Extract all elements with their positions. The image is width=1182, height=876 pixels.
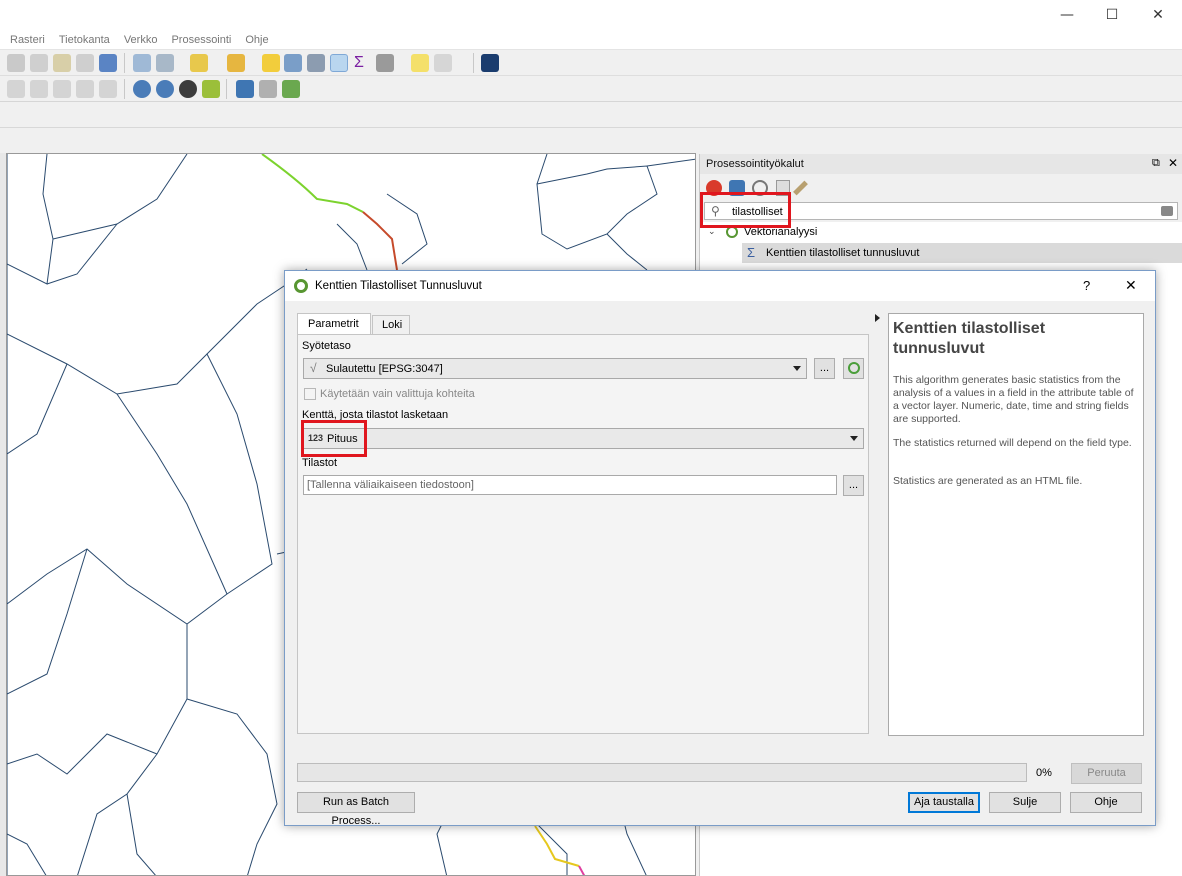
chevron-down-icon: [793, 366, 801, 371]
float-dock-icon[interactable]: ⧉: [1152, 157, 1160, 170]
label-show-icon[interactable]: [53, 80, 71, 98]
help-paragraph-1: This algorithm generates basic statistic…: [893, 374, 1134, 425]
save-edits-icon[interactable]: [30, 54, 48, 72]
menu-verkko[interactable]: Verkko: [117, 32, 165, 48]
python-console-icon[interactable]: [236, 80, 254, 98]
tree-item-label: Kenttien tilastolliset tunnusluvut: [766, 247, 920, 259]
input-layer-label: Syötetaso: [302, 340, 351, 352]
label-abc-icon[interactable]: [7, 80, 25, 98]
menu-ohje[interactable]: Ohje: [238, 32, 275, 48]
iterate-icon: [847, 362, 860, 374]
deselect-icon[interactable]: [262, 54, 280, 72]
run-background-button[interactable]: Aja taustalla: [908, 792, 980, 813]
field-combo[interactable]: 123 Pituus: [303, 428, 864, 449]
tab-parametrit[interactable]: Parametrit: [297, 313, 371, 335]
tab-loki-label: Loki: [382, 319, 403, 331]
zoom-in-icon[interactable]: [133, 54, 151, 72]
algorithm-dialog: Kenttien Tilastolliset Tunnusluvut ? ✕ P…: [284, 270, 1156, 827]
geometry-checker-icon[interactable]: [202, 80, 220, 98]
label-rotate-icon[interactable]: [99, 80, 117, 98]
menu-tietokanta[interactable]: Tietokanta: [52, 32, 117, 48]
field-highlight-box: [301, 420, 367, 457]
help-icon[interactable]: [481, 54, 499, 72]
statistics-sigma-icon[interactable]: Σ: [354, 54, 364, 72]
plugin-tool-icon[interactable]: [259, 80, 277, 98]
selected-only-checkbox[interactable]: [304, 388, 316, 400]
window-close-button[interactable]: ✕: [1135, 4, 1181, 26]
help-button[interactable]: Ohje: [1070, 792, 1142, 813]
close-button[interactable]: Sulje: [989, 792, 1061, 813]
input-layer-value: Sulautettu [EPSG:3047]: [326, 363, 443, 375]
label-pin-icon[interactable]: [30, 80, 48, 98]
progress-label: 0%: [1036, 767, 1052, 779]
layers-icon[interactable]: [282, 80, 300, 98]
toggle-edit-icon[interactable]: [53, 54, 71, 72]
maximize-button[interactable]: ☐: [1089, 4, 1135, 26]
minimize-button[interactable]: —: [1044, 4, 1090, 26]
iterate-layer-button[interactable]: [843, 358, 864, 379]
tree-item-selected[interactable]: Σ Kenttien tilastolliset tunnusluvut: [742, 243, 1182, 263]
output-label: Tilastot: [302, 457, 338, 469]
map-tips-icon[interactable]: [411, 54, 429, 72]
help-paragraph-2: The statistics returned will depend on t…: [893, 437, 1132, 449]
toolbar-attributes: Σ: [0, 50, 1182, 76]
input-browse-button[interactable]: ...: [814, 358, 835, 379]
qgis-logo-icon: [294, 279, 308, 293]
label-move-icon[interactable]: [76, 80, 94, 98]
parameters-panel: Syötetaso √ Sulautettu [EPSG:3047] ... K…: [297, 334, 869, 734]
save-layer-icon[interactable]: [76, 54, 94, 72]
tab-parametrit-label: Parametrit: [308, 318, 359, 330]
zoom-select-icon[interactable]: [156, 54, 174, 72]
splitter-arrow-icon[interactable]: [875, 314, 880, 322]
route-icon[interactable]: [179, 80, 197, 98]
search-highlight-box: [700, 192, 791, 228]
sigma-icon: Σ: [747, 245, 756, 260]
help-title: Kenttien tilastolliset tunnusluvut: [893, 320, 1046, 357]
toolbar-empty: [0, 102, 1182, 128]
window-titlebar: — ☐ ✕: [0, 0, 1182, 32]
output-file-input[interactable]: [Tallenna väliaikaiseen tiedostoon]: [303, 475, 837, 495]
processing-toolbox-icon[interactable]: [330, 54, 348, 72]
output-placeholder: [Tallenna väliaikaiseen tiedostoon]: [307, 479, 474, 491]
help-panel: Kenttien tilastolliset tunnusluvut This …: [888, 313, 1144, 736]
globe-search-icon[interactable]: [156, 80, 174, 98]
attribute-table-icon[interactable]: [284, 54, 302, 72]
tab-loki[interactable]: Loki: [372, 315, 410, 335]
selected-only-label: Käytetään vain valittuja kohteita: [320, 388, 475, 400]
dialog-titlebar: Kenttien Tilastolliset Tunnusluvut ? ✕: [285, 271, 1155, 301]
toolbox-title: Prosessointityökalut: [706, 158, 804, 170]
progress-bar: [297, 763, 1027, 782]
options-wrench-icon[interactable]: [793, 180, 808, 196]
dialog-close-button[interactable]: ✕: [1125, 277, 1137, 294]
dialog-title: Kenttien Tilastolliset Tunnusluvut: [315, 280, 482, 292]
field-calculator-icon[interactable]: [307, 54, 325, 72]
text-annotation-icon[interactable]: [434, 54, 452, 72]
menu-prosessointi[interactable]: Prosessointi: [164, 32, 238, 48]
input-layer-combo[interactable]: √ Sulautettu [EPSG:3047]: [303, 358, 807, 379]
globe-icon[interactable]: [133, 80, 151, 98]
menubar: Rasteri Tietokanta Verkko Prosessointi Ohje: [0, 32, 1182, 50]
output-browse-button[interactable]: ...: [843, 475, 864, 496]
help-paragraph-3: Statistics are generated as an HTML file…: [893, 475, 1083, 487]
clear-search-icon[interactable]: [1161, 206, 1173, 216]
batch-process-button[interactable]: Run as Batch Process...: [297, 792, 415, 827]
menu-rasteri[interactable]: Rasteri: [3, 32, 52, 48]
select-value-icon[interactable]: [227, 54, 245, 72]
dock-close-icon[interactable]: ✕: [1168, 156, 1178, 170]
line-layer-icon: √: [310, 361, 317, 375]
measure-icon[interactable]: [376, 54, 394, 72]
dialog-help-button[interactable]: ?: [1083, 278, 1090, 293]
identify-icon[interactable]: [7, 54, 25, 72]
cancel-button[interactable]: Peruuta: [1071, 763, 1142, 784]
toolbox-titlebar: Prosessointityökalut ⧉ ✕: [700, 154, 1182, 174]
refresh-icon[interactable]: [99, 54, 117, 72]
chevron-down-icon: [850, 436, 858, 441]
select-features-icon[interactable]: [190, 54, 208, 72]
toolbar-labels: [0, 76, 1182, 102]
